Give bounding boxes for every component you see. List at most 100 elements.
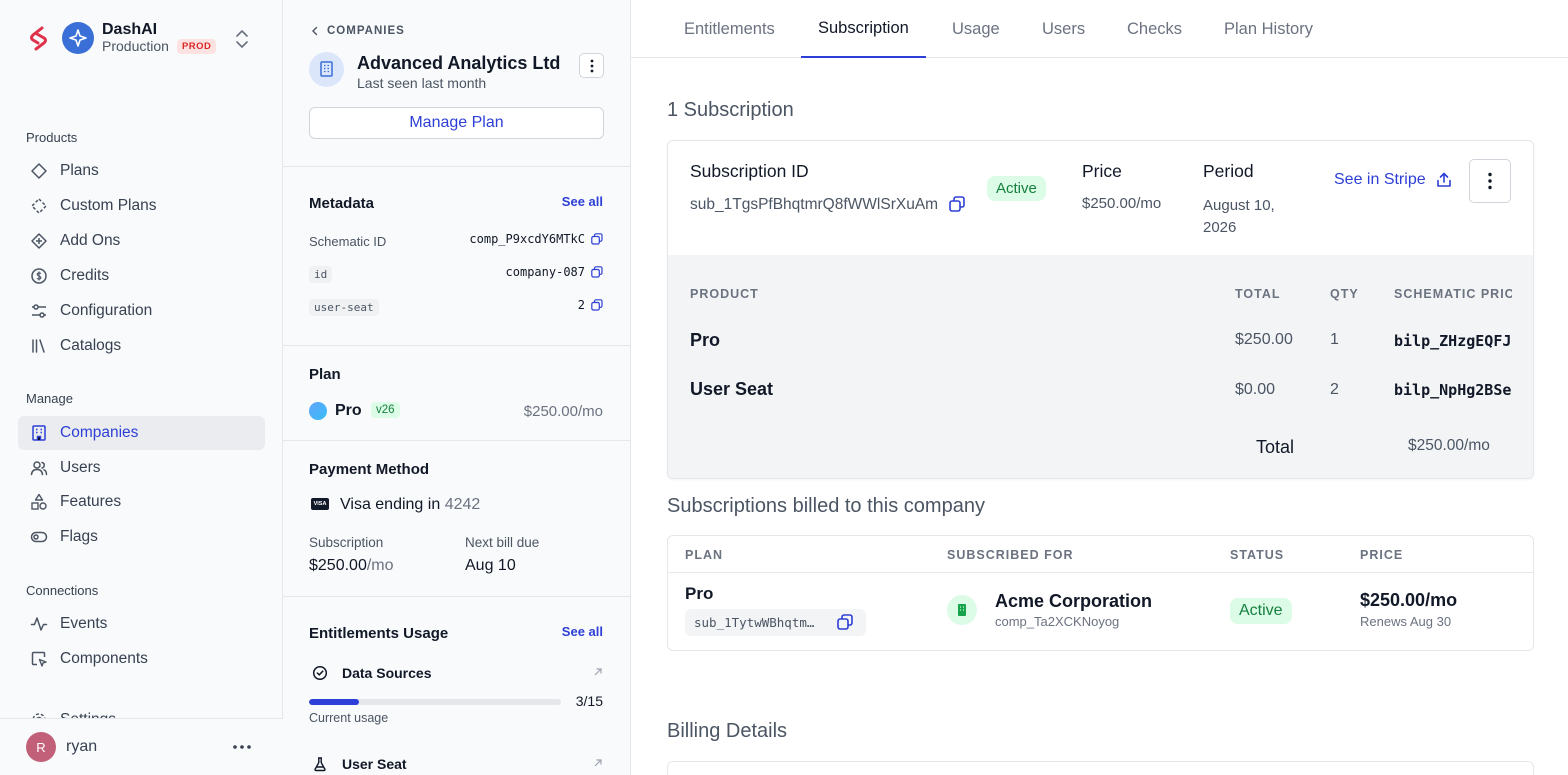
billed-subscriptions-title: Subscriptions billed to this company (667, 495, 985, 517)
sidebar-item-events[interactable]: Events (18, 607, 265, 641)
tab-entitlements[interactable]: Entitlements (684, 0, 775, 58)
sidebar-item-credits[interactable]: Credits (18, 259, 265, 293)
status-badge: Active (987, 176, 1046, 201)
sidebar-item-label: Plans (60, 162, 99, 179)
entitlements-see-all-link[interactable]: See all (562, 624, 603, 639)
user-name: ryan (66, 738, 98, 755)
billed-company-id: comp_Ta2XCKNoyog (995, 614, 1120, 629)
metadata-title: Metadata (309, 195, 375, 212)
divider (283, 596, 630, 597)
table-row[interactable]: Pro sub_1TytwWBhqtm… Acme Corporation co… (668, 573, 1533, 650)
activity-icon (30, 617, 48, 631)
product-price-id: bilp_ZHzgEQFJ (1394, 332, 1512, 350)
user-footer: R ryan (0, 718, 283, 775)
visa-card-icon: VISA (311, 498, 329, 510)
billing-details-card (667, 761, 1534, 775)
org-avatar[interactable] (62, 22, 94, 54)
column-header: PRICE (1360, 548, 1404, 562)
divider (283, 166, 630, 167)
tab-plan-history[interactable]: Plan History (1224, 0, 1313, 58)
metadata-value: 2 (577, 298, 585, 312)
sidebar-item-label: Components (60, 650, 148, 667)
copy-icon[interactable] (949, 196, 965, 212)
sidebar-item-custom-plans[interactable]: Custom Plans (18, 189, 265, 223)
env-badge: PROD (176, 38, 217, 54)
table-header-row: PLAN SUBSCRIBED FOR STATUS PRICE (668, 536, 1533, 573)
sidebar-item-label: Add Ons (60, 232, 121, 249)
sidebar-item-settings[interactable]: Settings (18, 703, 265, 719)
copy-icon[interactable] (591, 233, 603, 245)
sidebar-item-components[interactable]: Components (18, 642, 265, 676)
usage-progress-fill (309, 699, 360, 705)
sidebar-item-add-ons[interactable]: Add Ons (18, 224, 265, 258)
subscription-id: sub_1TgsPfBhqtmrQ8fWWlSrXuAm (690, 196, 939, 213)
tab-subscription[interactable]: Subscription (801, 0, 926, 58)
entitlement-name: User Seat (342, 756, 407, 772)
card-last4: 4242 (444, 496, 481, 513)
more-horizontal-icon[interactable] (232, 739, 252, 755)
divider (283, 345, 630, 346)
arrow-up-right-icon[interactable] (593, 758, 603, 768)
subscription-id-label: Subscription ID (690, 161, 809, 181)
sidebar-item-label: Custom Plans (60, 197, 157, 214)
tab-checks[interactable]: Checks (1127, 0, 1182, 58)
copy-icon[interactable] (837, 614, 853, 630)
shapes-icon (31, 493, 47, 510)
billing-details-title: Billing Details (667, 720, 788, 742)
billed-subscription-id: sub_1TytwWBhqtm… (694, 615, 815, 630)
sidebar-item-features[interactable]: Features (18, 485, 265, 519)
metadata-value: comp_P9xcdY6MTkC (469, 232, 585, 246)
company-menu-button[interactable] (579, 53, 604, 78)
product-name: User Seat (690, 379, 774, 399)
library-icon (32, 339, 45, 353)
see-in-stripe-link[interactable]: See in Stripe (1334, 171, 1453, 189)
usage-progress-bar (309, 699, 561, 705)
diamond-icon (31, 163, 47, 179)
usage-count: 3/15 (575, 693, 603, 709)
product-name: Pro (690, 330, 721, 350)
metadata-key: user-seat (309, 299, 379, 316)
period-line-1: August 10, (1203, 197, 1275, 214)
sidebar: DashAI Production PROD Products Plans Cu… (0, 0, 283, 775)
sliders-icon (32, 304, 46, 318)
subscription-label: Subscription (309, 535, 384, 550)
plan-icon (309, 402, 327, 420)
subscription-menu-button[interactable] (1469, 159, 1511, 203)
sidebar-item-companies[interactable]: Companies (18, 416, 265, 450)
sidebar-item-configuration[interactable]: Configuration (18, 294, 265, 328)
copy-icon[interactable] (591, 299, 603, 311)
divider (283, 440, 630, 441)
billed-renews: Renews Aug 30 (1360, 614, 1452, 629)
tab-users[interactable]: Users (1042, 0, 1085, 58)
arrow-up-right-icon[interactable] (593, 667, 603, 677)
tab-usage[interactable]: Usage (952, 0, 1000, 58)
check-circle-icon (312, 665, 328, 681)
product-total: $0.00 (1235, 381, 1276, 398)
org-name: DashAI (102, 21, 158, 38)
breadcrumb[interactable]: COMPANIES (309, 25, 405, 37)
metadata-see-all-link[interactable]: See all (562, 194, 603, 209)
sidebar-item-flags[interactable]: Flags (18, 520, 265, 554)
component-icon (31, 651, 47, 667)
manage-plan-button[interactable]: Manage Plan (309, 107, 604, 139)
sidebar-item-plans[interactable]: Plans (18, 154, 265, 188)
column-header: PLAN (685, 548, 724, 562)
period-line-2: 2026 (1203, 219, 1237, 236)
sidebar-item-label: Credits (60, 267, 110, 284)
sidebar-item-catalogs[interactable]: Catalogs (18, 329, 265, 363)
copy-icon[interactable] (591, 266, 603, 278)
payment-method-title: Payment Method (309, 461, 430, 478)
price-label: Price (1082, 161, 1122, 181)
sidebar-item-label: Configuration (60, 302, 153, 319)
billed-subscription-id-chip: sub_1TytwWBhqtm… (685, 609, 866, 636)
column-header: SUBSCRIBED FOR (947, 548, 1074, 562)
products-section-label: Products (26, 130, 78, 145)
sidebar-item-users[interactable]: Users (18, 451, 265, 485)
more-vertical-icon (590, 59, 593, 72)
more-vertical-icon (1488, 172, 1492, 190)
chevron-left-icon (312, 26, 318, 36)
org-switcher-chevron-icon[interactable] (234, 28, 250, 50)
avatar[interactable]: R (26, 732, 56, 762)
company-name: Advanced Analytics Ltd (357, 53, 561, 73)
schematic-logo-icon (28, 25, 50, 51)
